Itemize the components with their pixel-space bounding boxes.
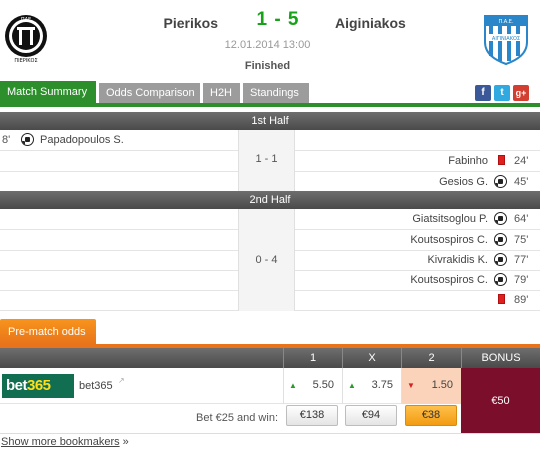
red-card-icon [494,154,505,165]
event-minute: 45' [514,176,529,188]
event-minute: 8' [2,134,11,146]
show-more-bookmakers-link[interactable]: Show more bookmakers» [1,436,129,448]
bet-win-label: Bet €25 and win: [196,412,278,424]
chevron-right-icon: » [122,436,129,448]
event-player[interactable]: Fabinho [448,155,488,167]
bet365-logo-text: bet [6,377,28,394]
odds-header-bonus: BONUS [461,348,540,368]
odds-header-home: 1 [283,348,342,368]
odd-home[interactable]: ▲ 5.50 [283,368,342,404]
second-half-header: 2nd Half [0,191,540,209]
event-player[interactable]: Koutsospiros C. [410,234,488,246]
match-header: ΠΑΕ ΠΙΕΡΙΚΟΣ Pierikos 1 - 5 Aiginiakos 1… [0,0,544,80]
show-more-label: Show more bookmakers [1,436,120,448]
win-home-button[interactable]: €138 [286,405,338,426]
odds-header-row: 1 X 2 BONUS [0,348,540,368]
tab-h2h[interactable]: H2H [203,83,240,104]
odds-header-draw: X [342,348,401,368]
away-team-name[interactable]: Aiginiakos [335,15,455,31]
tab-odds-comparison[interactable]: Odds Comparison [99,83,200,104]
odd-draw[interactable]: ▲ 3.75 [342,368,401,404]
event-player[interactable]: Kivrakidis K. [427,254,488,266]
odd-home-value: 5.50 [312,379,334,391]
bonus-cell[interactable]: €50 [461,368,540,434]
match-datetime: 12.01.2014 13:00 [224,39,311,51]
event-minute: 79' [514,274,529,286]
external-link-icon[interactable]: ↗ [118,376,125,385]
win-draw-button[interactable]: €94 [345,405,397,426]
event-minute: 89' [514,294,529,306]
tab-pre-match-odds[interactable]: Pre-match odds [0,319,96,345]
odd-away[interactable]: ▼ 1.50 [401,368,461,404]
goal-ball-icon [494,175,507,188]
svg-text:ΑΙΓΙΝΙΑΚΟΣ: ΑΙΓΙΝΙΑΚΟΣ [492,36,520,42]
twitter-icon[interactable]: t [494,85,510,101]
goal-ball-icon [494,212,507,225]
event-minute: 75' [514,234,529,246]
match-tabs: Match Summary Odds Comparison H2H Standi… [0,81,544,104]
svg-text:ΠΑΕ: ΠΑΕ [21,17,31,23]
first-half-header: 1st Half [0,112,540,130]
tab-underline [0,103,540,107]
bet365-logo[interactable]: bet365 [2,374,74,398]
svg-text:Π.Α.Ε.: Π.Α.Ε. [498,19,514,25]
away-team-logo[interactable]: Π.Α.Ε. ΑΙΓΙΝΙΑΚΟΣ [479,12,533,66]
home-team-name[interactable]: Pierikos [108,15,218,31]
first-half-score-cell: 1 - 1 [238,130,295,192]
divider [0,433,540,434]
match-status: Finished [244,60,291,72]
red-card-icon [494,293,505,304]
tab-match-summary[interactable]: Match Summary [0,81,96,104]
event-player[interactable]: Giatsitsoglou P. [412,213,488,225]
svg-text:ΠΙΕΡΙΚΟΣ: ΠΙΕΡΙΚΟΣ [14,58,37,64]
second-half-score-cell: 0 - 4 [238,209,295,311]
goal-ball-icon [494,253,507,266]
goal-ball-icon [494,273,507,286]
first-half-score: 1 - 1 [255,153,278,165]
odd-draw-value: 3.75 [371,379,393,391]
trend-up-icon: ▲ [289,381,297,390]
event-minute: 64' [514,213,529,225]
event-player[interactable]: Koutsospiros C. [410,274,488,286]
trend-down-icon: ▼ [407,381,415,390]
event-player[interactable]: Papadopoulos S. [40,134,124,146]
match-score: 1 - 5 [256,9,300,30]
odds-header-away: 2 [401,348,461,368]
goal-ball-icon [21,133,34,146]
facebook-icon[interactable]: f [475,85,491,101]
event-player[interactable]: Gesios G. [439,176,488,188]
tab-standings[interactable]: Standings [243,83,309,104]
home-team-logo[interactable]: ΠΑΕ ΠΙΕΡΙΚΟΣ [2,12,50,64]
second-half-score: 0 - 4 [255,254,278,266]
event-minute: 77' [514,254,529,266]
goal-ball-icon [494,233,507,246]
win-away-button[interactable]: €38 [405,405,457,426]
trend-up-icon: ▲ [348,381,356,390]
google-plus-icon[interactable]: g+ [513,85,529,101]
bookmaker-name-link[interactable]: bet365 [79,380,113,392]
odd-away-value: 1.50 [431,379,453,391]
event-minute: 24' [514,155,529,167]
bet365-logo-number: 365 [27,377,51,394]
